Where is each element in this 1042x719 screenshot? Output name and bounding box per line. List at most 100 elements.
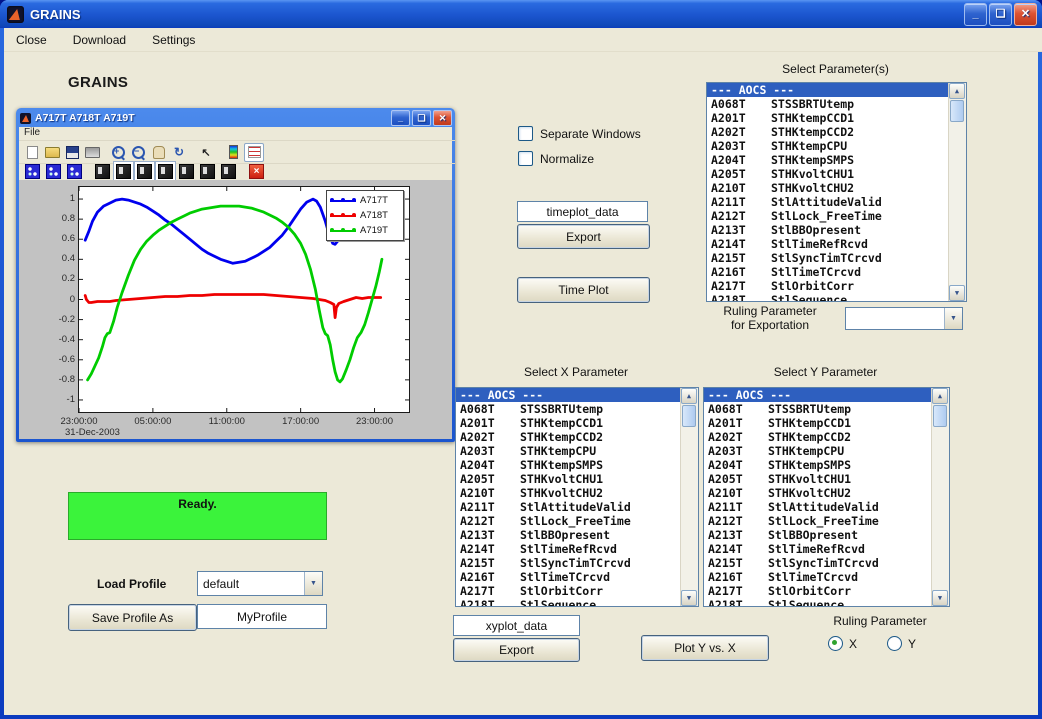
timeplot-data-field[interactable]: [517, 201, 648, 222]
scrollbar[interactable]: ▲▼: [931, 388, 949, 606]
parameter-row[interactable]: A202TSTHKtempCCD2: [707, 125, 949, 139]
parameter-row[interactable]: A217TStlOrbitCorr: [704, 584, 932, 598]
y-parameter-listbox[interactable]: --- AOCS ---A068TSTSSBRTUtempA201TSTHKte…: [703, 387, 950, 607]
menu-item-settings[interactable]: Settings: [152, 33, 195, 47]
x-parameter-listbox[interactable]: --- AOCS ---A068TSTSSBRTUtempA201TSTHKte…: [455, 387, 699, 607]
separate-windows-checkbox[interactable]: [518, 126, 533, 141]
edit-plot-arrow-icon[interactable]: [197, 144, 215, 161]
parameter-row[interactable]: A204TSTHKtempSMPS: [707, 153, 949, 167]
parameter-row[interactable]: A214TStlTimeRefRcvd: [456, 542, 681, 556]
maximize-button[interactable]: ❑: [989, 3, 1012, 26]
parameter-row[interactable]: A218TStlSequence: [704, 598, 932, 606]
load-profile-dropdown[interactable]: default ▼: [197, 571, 323, 596]
rotate-3d-icon[interactable]: [170, 144, 188, 161]
subplot-layout-icon-3[interactable]: [137, 164, 152, 179]
subplot-layout-icon-4[interactable]: [158, 164, 173, 179]
parameter-row[interactable]: A205TSTHKvoltCHU1: [456, 472, 681, 486]
parameter-row[interactable]: A212TStlLock_FreeTime: [704, 514, 932, 528]
menu-item-close[interactable]: Close: [16, 33, 47, 47]
open-file-icon[interactable]: [43, 144, 61, 161]
parameter-row[interactable]: A214TStlTimeRefRcvd: [704, 542, 932, 556]
ruling-x-radio[interactable]: [828, 636, 843, 651]
save-icon[interactable]: [63, 144, 81, 161]
zoom-in-icon[interactable]: [110, 144, 128, 161]
minimize-button[interactable]: _: [964, 3, 987, 26]
figure-minimize-button[interactable]: _: [391, 110, 410, 126]
figure-menu-file[interactable]: File: [24, 127, 40, 138]
profile-name-field[interactable]: [197, 604, 327, 629]
timeplot-export-button[interactable]: Export: [517, 224, 650, 249]
parameter-row[interactable]: A216TStlTimeTCrcvd: [456, 570, 681, 584]
insert-legend-icon[interactable]: [244, 143, 264, 162]
parameter-group-header[interactable]: --- AOCS ---: [456, 388, 681, 402]
save-profile-as-button[interactable]: Save Profile As: [68, 604, 197, 631]
scroll-up-icon[interactable]: ▲: [949, 83, 965, 99]
insert-colorbar-icon[interactable]: [224, 144, 242, 161]
parameter-row[interactable]: A215TStlSyncTimTCrcvd: [707, 251, 949, 265]
parameter-group-header[interactable]: --- AOCS ---: [707, 83, 949, 97]
parameter-row[interactable]: A210TSTHKvoltCHU2: [456, 486, 681, 500]
ruling-y-radio[interactable]: [887, 636, 902, 651]
parameter-row[interactable]: A205TSTHKvoltCHU1: [704, 472, 932, 486]
parameter-row[interactable]: A068TSTSSBRTUtemp: [704, 402, 932, 416]
scroll-up-icon[interactable]: ▲: [932, 388, 948, 404]
parameter-row[interactable]: A216TStlTimeTCrcvd: [704, 570, 932, 584]
parameter-row[interactable]: A210TSTHKvoltCHU2: [704, 486, 932, 500]
new-document-icon[interactable]: [23, 144, 41, 161]
parameter-row[interactable]: A211TStlAttitudeValid: [456, 500, 681, 514]
print-icon[interactable]: [83, 144, 101, 161]
parameter-row[interactable]: A068TSTSSBRTUtemp: [707, 97, 949, 111]
parameter-row[interactable]: A201TSTHKtempCCD1: [456, 416, 681, 430]
dropdown-arrow-icon[interactable]: ▼: [304, 572, 322, 595]
parameter-row[interactable]: A213TStlBBOpresent: [456, 528, 681, 542]
scroll-up-icon[interactable]: ▲: [681, 388, 697, 404]
subplot-layout-icon-2[interactable]: [116, 164, 131, 179]
xyplot-data-field[interactable]: [453, 615, 580, 636]
signal-select-icon-3[interactable]: [67, 164, 82, 179]
scrollbar[interactable]: ▲▼: [948, 83, 966, 301]
parameter-row[interactable]: A211TStlAttitudeValid: [707, 195, 949, 209]
parameter-row[interactable]: A203TSTHKtempCPU: [456, 444, 681, 458]
parameter-row[interactable]: A068TSTSSBRTUtemp: [456, 402, 681, 416]
parameter-row[interactable]: A216TStlTimeTCrcvd: [707, 265, 949, 279]
subplot-layout-icon-7[interactable]: [221, 164, 236, 179]
normalize-checkbox[interactable]: [518, 151, 533, 166]
parameters-listbox[interactable]: --- AOCS ---A068TSTSSBRTUtempA201TSTHKte…: [706, 82, 967, 302]
parameter-row[interactable]: A202TSTHKtempCCD2: [704, 430, 932, 444]
parameter-row[interactable]: A212TStlLock_FreeTime: [456, 514, 681, 528]
parameter-row[interactable]: A203TSTHKtempCPU: [704, 444, 932, 458]
parameter-row[interactable]: A213TStlBBOpresent: [704, 528, 932, 542]
scrollbar[interactable]: ▲▼: [680, 388, 698, 606]
plot-area[interactable]: A717TA718TA719T 23:00:0005:00:0011:00:00…: [78, 186, 410, 413]
parameter-row[interactable]: A217TStlOrbitCorr: [456, 584, 681, 598]
scroll-down-icon[interactable]: ▼: [949, 285, 965, 301]
scrollbar-thumb[interactable]: [933, 405, 947, 427]
parameter-row[interactable]: A218TStlSequence: [456, 598, 681, 606]
parameter-row[interactable]: A203TSTHKtempCPU: [707, 139, 949, 153]
parameter-row[interactable]: A213TStlBBOpresent: [707, 223, 949, 237]
figure-maximize-button[interactable]: ❑: [412, 110, 431, 126]
ruling-export-dropdown[interactable]: ▼: [845, 307, 963, 330]
parameter-row[interactable]: A212TStlLock_FreeTime: [707, 209, 949, 223]
zoom-out-icon[interactable]: [130, 144, 148, 161]
scrollbar-thumb[interactable]: [682, 405, 696, 427]
scroll-down-icon[interactable]: ▼: [681, 590, 697, 606]
parameter-row[interactable]: A217TStlOrbitCorr: [707, 279, 949, 293]
parameter-row[interactable]: A204TSTHKtempSMPS: [704, 458, 932, 472]
plot-y-vs-x-button[interactable]: Plot Y vs. X: [641, 635, 769, 661]
parameter-row[interactable]: A215TStlSyncTimTCrcvd: [456, 556, 681, 570]
parameter-row[interactable]: A218TStlSequence: [707, 293, 949, 301]
scroll-down-icon[interactable]: ▼: [932, 590, 948, 606]
close-button[interactable]: ✕: [1014, 3, 1037, 26]
parameter-row[interactable]: A205TSTHKvoltCHU1: [707, 167, 949, 181]
signal-select-icon-1[interactable]: [25, 164, 40, 179]
parameter-row[interactable]: A204TSTHKtempSMPS: [456, 458, 681, 472]
parameter-row[interactable]: A214TStlTimeRefRcvd: [707, 237, 949, 251]
parameter-row[interactable]: A202TSTHKtempCCD2: [456, 430, 681, 444]
subplot-layout-icon-5[interactable]: [179, 164, 194, 179]
subplot-layout-icon-6[interactable]: [200, 164, 215, 179]
close-plots-icon[interactable]: ×: [249, 164, 264, 179]
menu-item-download[interactable]: Download: [73, 33, 126, 47]
parameter-row[interactable]: A210TSTHKvoltCHU2: [707, 181, 949, 195]
signal-select-icon-2[interactable]: [46, 164, 61, 179]
